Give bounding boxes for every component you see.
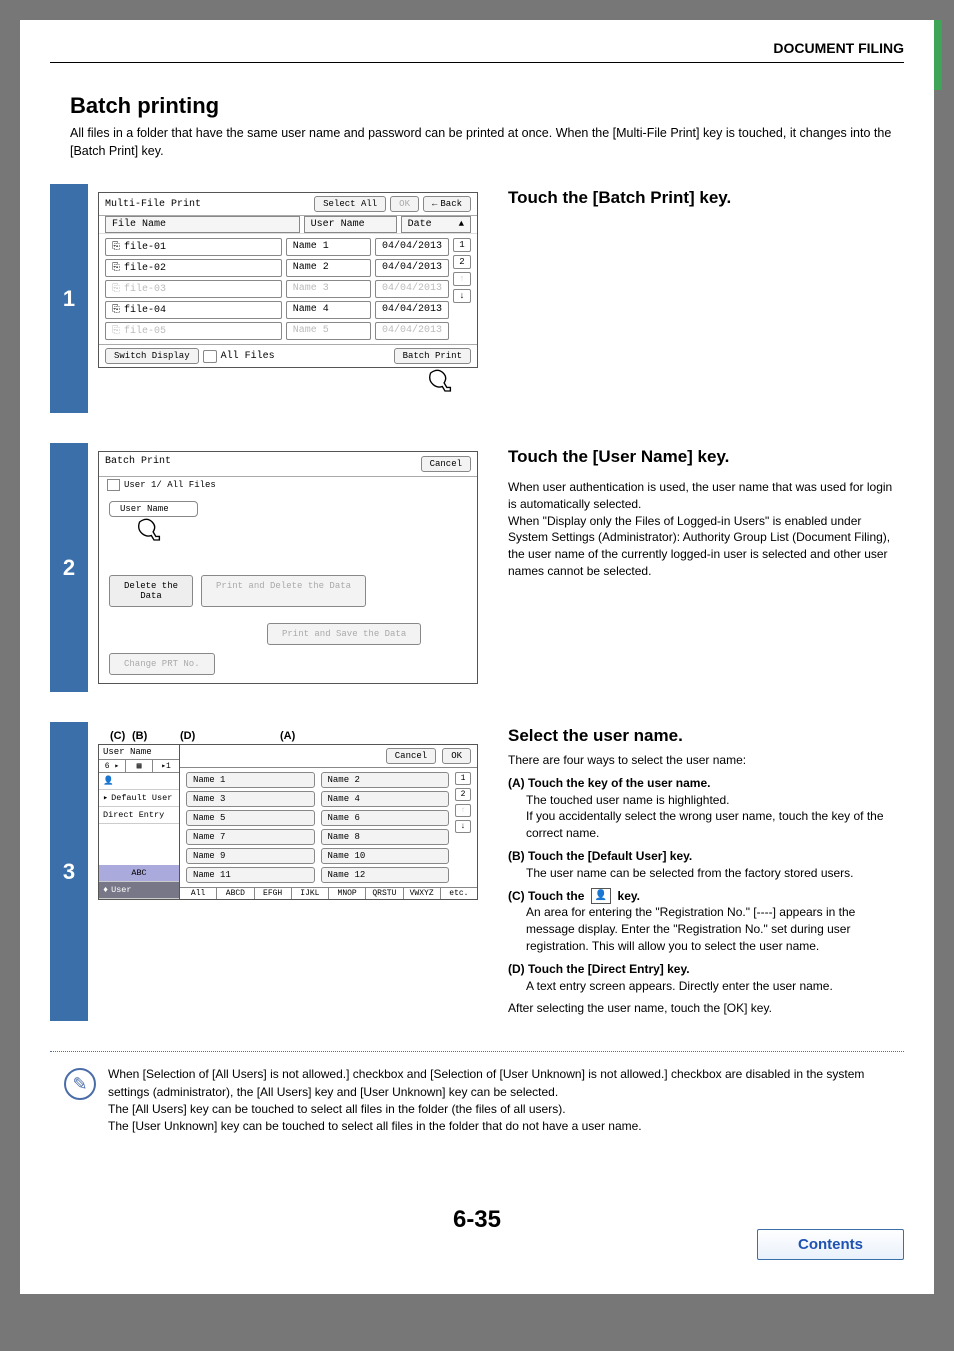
alpha-tab[interactable]: ABCD [217,888,254,899]
panel2-title: Batch Print [105,456,171,472]
pager-down[interactable]: ↓ [453,289,471,303]
page-title: Batch printing [70,93,904,119]
user-key[interactable]: ♦User [99,882,179,899]
default-user-key[interactable]: ▸Default User [99,790,179,807]
alpha-tab[interactable]: etc. [441,888,477,899]
tab-2[interactable]: ▦ [126,760,153,772]
all-files-label: All Files [221,351,275,362]
print-delete-button[interactable]: Print and Delete the Data [201,575,366,607]
print-save-button[interactable]: Print and Save the Data [267,623,421,645]
step2-body: When user authentication is used, the us… [508,479,896,580]
user-name-key[interactable]: Name 8 [321,829,450,845]
p3-cancel-button[interactable]: Cancel [386,748,436,764]
delete-data-button[interactable]: Delete the Data [109,575,193,607]
file-row[interactable]: ⎘file-02Name 204/04/2013 [105,259,449,277]
back-arrow-icon: ← [432,199,437,209]
user-name-key[interactable]: Name 6 [321,810,450,826]
change-prt-button[interactable]: Change PRT No. [109,653,215,675]
alpha-tab[interactable]: All [180,888,217,899]
step2-heading: Touch the [User Name] key. [508,447,896,467]
alpha-tab[interactable]: MNOP [329,888,366,899]
abc-key[interactable]: ABC [99,865,179,882]
note-text: When [Selection of [All Users] is not al… [108,1066,890,1136]
file-type-icon: ⎘ [112,262,120,274]
note-icon: ✎ [64,1068,96,1100]
p3-pager-down[interactable]: ↓ [455,820,471,833]
user-name-key[interactable]: Name 2 [321,772,450,788]
panel1-title: Multi-File Print [105,199,310,210]
direct-entry-key[interactable]: Direct Entry [99,807,179,824]
col-user-name[interactable]: User Name [304,216,397,233]
intro-text: All files in a folder that have the same… [70,125,904,160]
p3-ok-button[interactable]: OK [442,748,471,764]
user-name-key[interactable]: Name 5 [186,810,315,826]
user-name-key[interactable]: Name 9 [186,848,315,864]
alpha-tab[interactable]: IJKL [292,888,329,899]
user-name-key[interactable]: Name 12 [321,867,450,883]
step3-body: There are four ways to select the user n… [508,752,896,1017]
tab-1[interactable]: 6 ▸ [99,760,126,772]
tab-3[interactable]: ▸1 [153,760,179,772]
path-text: User 1/ All Files [124,480,216,490]
p3-pager-up[interactable]: ↑ [455,804,471,817]
touch-cursor-icon [418,364,454,400]
user-name-select-panel: User Name 6 ▸ ▦ ▸1 👤 ▸Default User Direc… [98,744,478,900]
file-type-icon: ⎘ [112,241,120,253]
multi-file-print-panel: Multi-File Print Select All OK ←Back Fil… [98,192,478,368]
file-row[interactable]: ⎘file-04Name 404/04/2013 [105,301,449,319]
alpha-tab[interactable]: EFGH [255,888,292,899]
step-number-3: 3 [50,722,88,1021]
p3-pager-1[interactable]: 1 [455,772,471,785]
file-row[interactable]: ⎘file-05Name 504/04/2013 [105,322,449,340]
callout-labels: (C) (B) (D) (A) [98,730,478,742]
file-row[interactable]: ⎘file-01Name 104/04/2013 [105,238,449,256]
touch-cursor-icon [127,513,163,549]
user-name-key[interactable]: Name 10 [321,848,450,864]
header-section: DOCUMENT FILING [50,40,904,63]
p3-left-title: User Name [99,745,179,760]
back-button[interactable]: ←Back [423,196,471,212]
switch-display-button[interactable]: Switch Display [105,348,199,364]
user-name-key[interactable]: Name 4 [321,791,450,807]
batch-print-button[interactable]: Batch Print [394,348,471,364]
p3-pager-2[interactable]: 2 [455,788,471,801]
pager-up[interactable]: ↑ [453,272,471,286]
user-name-key[interactable]: Name 11 [186,867,315,883]
alpha-tab[interactable]: QRSTU [366,888,403,899]
step-number-2: 2 [50,443,88,692]
folder-icon [107,479,120,491]
contents-button[interactable]: Contents [757,1229,904,1260]
file-type-icon: ⎘ [112,283,120,295]
file-type-icon: ⎘ [112,325,120,337]
user-name-key[interactable]: Name 1 [186,772,315,788]
user-key-icon: 👤 [591,888,611,904]
person-icon: 👤 [103,776,114,786]
ok-button[interactable]: OK [390,196,419,212]
reg-no-key[interactable]: 👤 [99,773,179,790]
step1-heading: Touch the [Batch Print] key. [508,188,896,208]
file-row[interactable]: ⎘file-03Name 304/04/2013 [105,280,449,298]
pager-2[interactable]: 2 [453,255,471,269]
pager-1[interactable]: 1 [453,238,471,252]
cancel-button[interactable]: Cancel [421,456,471,472]
display-icon [203,350,217,363]
file-type-icon: ⎘ [112,304,120,316]
select-all-button[interactable]: Select All [314,196,386,212]
alpha-tab[interactable]: VWXYZ [404,888,441,899]
col-date[interactable]: Date▲ [401,216,471,233]
user-name-key[interactable]: Name 7 [186,829,315,845]
user-name-key[interactable]: Name 3 [186,791,315,807]
batch-print-panel: Batch Print Cancel User 1/ All Files Use… [98,451,478,684]
step3-heading: Select the user name. [508,726,896,746]
sort-icon: ▲ [459,219,464,230]
step-number-1: 1 [50,184,88,413]
col-file-name[interactable]: File Name [105,216,300,233]
